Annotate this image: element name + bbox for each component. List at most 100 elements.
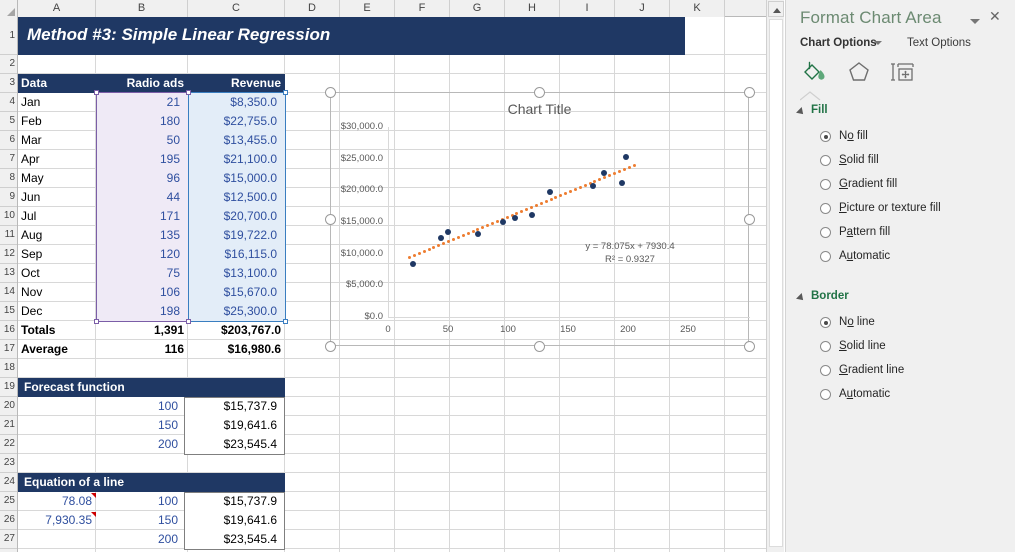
row-header-5[interactable]: 5: [0, 112, 17, 131]
row-header-2[interactable]: 2: [0, 55, 17, 74]
table-cell-revenue[interactable]: $15,670.0: [188, 283, 281, 302]
table-cell-radio-ads[interactable]: 198: [96, 302, 184, 321]
scatter-point[interactable]: [529, 211, 535, 218]
scatter-point[interactable]: [445, 228, 451, 235]
forecast-input-x[interactable]: 100: [96, 397, 182, 416]
table-cell-radio-ads[interactable]: 171: [96, 207, 184, 226]
row-header-21[interactable]: 21: [0, 416, 17, 435]
scrollbar-thumb[interactable]: [769, 19, 783, 547]
radio-button-icon[interactable]: [820, 317, 831, 328]
table-cell-revenue[interactable]: $20,700.0: [188, 207, 281, 226]
chart-options-chevron-down-icon[interactable]: [874, 41, 882, 45]
radio-button-icon[interactable]: [820, 341, 831, 352]
table-cell-radio-ads[interactable]: 50: [96, 131, 184, 150]
table-cell-month[interactable]: Mar: [18, 131, 96, 150]
section-collapse-arrow-icon[interactable]: [796, 107, 806, 117]
table-cell-radio-ads[interactable]: 44: [96, 188, 184, 207]
size-properties-icon[interactable]: [888, 58, 918, 91]
table-cell-revenue[interactable]: $13,100.0: [188, 264, 281, 283]
row-header-17[interactable]: 17: [0, 340, 17, 359]
chart-resize-handle[interactable]: [534, 86, 545, 98]
selection-handle[interactable]: [283, 90, 288, 95]
row-header-15[interactable]: 15: [0, 302, 17, 321]
radio-button-icon[interactable]: [820, 227, 831, 238]
section-title-border[interactable]: Border: [811, 290, 849, 302]
forecast-input-x[interactable]: 150: [96, 416, 182, 435]
vertical-scrollbar[interactable]: [766, 0, 784, 552]
table-cell-month[interactable]: Nov: [18, 283, 96, 302]
row-header-23[interactable]: 23: [0, 454, 17, 473]
table-cell-month[interactable]: May: [18, 169, 96, 188]
scatter-point[interactable]: [590, 182, 597, 189]
selection-handle[interactable]: [283, 319, 288, 324]
chart-resize-handle[interactable]: [743, 86, 755, 98]
table-cell-revenue[interactable]: $25,300.0: [188, 302, 281, 321]
row-header-13[interactable]: 13: [0, 264, 17, 283]
table-cell-radio-ads[interactable]: 195: [96, 150, 184, 169]
scatter-point[interactable]: [437, 234, 444, 241]
trendline-equation-label[interactable]: y = 78.075x + 7930.4 R² = 0.9327: [545, 240, 715, 266]
section-collapse-arrow-icon[interactable]: [796, 293, 806, 303]
equation-output-y[interactable]: $19,641.6: [184, 511, 281, 530]
table-cell-month[interactable]: Apr: [18, 150, 96, 169]
row-header-6[interactable]: 6: [0, 131, 17, 150]
table-cell-radio-ads[interactable]: 75: [96, 264, 184, 283]
chart-resize-handle[interactable]: [743, 340, 755, 352]
column-header-d[interactable]: D: [285, 0, 340, 17]
row-header-14[interactable]: 14: [0, 283, 17, 302]
row-header-20[interactable]: 20: [0, 397, 17, 416]
selection-handle[interactable]: [94, 319, 99, 324]
radio-button-icon[interactable]: [820, 389, 831, 400]
scatter-point[interactable]: [500, 219, 507, 225]
chart-resize-handle[interactable]: [324, 86, 336, 98]
table-cell-radio-ads[interactable]: 96: [96, 169, 184, 188]
equation-input-x[interactable]: 100: [96, 492, 182, 511]
chart-resize-handle[interactable]: [324, 213, 336, 225]
equation-output-y[interactable]: $15,737.9: [184, 492, 281, 511]
table-cell-radio-ads[interactable]: 135: [96, 226, 184, 245]
forecast-output-y[interactable]: $15,737.9: [184, 397, 281, 416]
section-title-fill[interactable]: Fill: [811, 104, 828, 116]
column-header-i[interactable]: I: [560, 0, 615, 17]
fill-bucket-icon[interactable]: [800, 58, 830, 91]
radio-button-icon[interactable]: [820, 365, 831, 376]
table-cell-month[interactable]: Feb: [18, 112, 96, 131]
row-header-27[interactable]: 27: [0, 530, 17, 549]
row-header-9[interactable]: 9: [0, 188, 17, 207]
forecast-input-x[interactable]: 200: [96, 435, 182, 454]
row-header-16[interactable]: 16: [0, 321, 17, 340]
radio-button-icon[interactable]: [820, 203, 831, 214]
forecast-output-y[interactable]: $23,545.4: [184, 435, 281, 454]
table-cell-month[interactable]: Dec: [18, 302, 96, 321]
tab-chart-options[interactable]: Chart Options: [800, 37, 877, 49]
table-cell-month[interactable]: Aug: [18, 226, 96, 245]
table-cell-revenue[interactable]: $16,115.0: [188, 245, 281, 264]
column-header-g[interactable]: G: [450, 0, 505, 17]
table-cell-revenue[interactable]: $13,455.0: [188, 131, 281, 150]
plot-area[interactable]: $0.0 $5,000.0 $10,000.0 $15,000.0 $20,000.0 $…: [330, 92, 750, 346]
scroll-up-arrow-icon[interactable]: [768, 1, 784, 17]
tab-text-options[interactable]: Text Options: [907, 37, 971, 49]
row-header-25[interactable]: 25: [0, 492, 17, 511]
row-header-22[interactable]: 22: [0, 435, 17, 454]
row-header-18[interactable]: 18: [0, 359, 17, 378]
table-cell-month[interactable]: Jan: [18, 93, 96, 112]
row-header-24[interactable]: 24: [0, 473, 17, 492]
chart-resize-handle[interactable]: [324, 340, 336, 352]
selection-handle[interactable]: [186, 90, 191, 95]
equation-input-x[interactable]: 200: [96, 530, 182, 549]
row-header-19[interactable]: 19: [0, 378, 17, 397]
row-header-1[interactable]: 1: [0, 17, 17, 55]
equation-input-x[interactable]: 150: [96, 511, 182, 530]
column-header-e[interactable]: E: [340, 0, 395, 17]
scatter-chart[interactable]: Chart Title $0.0 $5,000.0 $10,000.0 $15,000…: [324, 86, 755, 352]
scatter-point[interactable]: [410, 261, 417, 268]
column-header-f[interactable]: F: [395, 0, 450, 17]
effects-pentagon-icon[interactable]: [844, 58, 874, 91]
radio-button-icon[interactable]: [820, 131, 831, 142]
equation-output-y[interactable]: $23,545.4: [184, 530, 281, 549]
table-cell-revenue[interactable]: $22,755.0: [188, 112, 281, 131]
row-header-26[interactable]: 26: [0, 511, 17, 530]
table-cell-revenue[interactable]: $12,500.0: [188, 188, 281, 207]
forecast-output-y[interactable]: $19,641.6: [184, 416, 281, 435]
